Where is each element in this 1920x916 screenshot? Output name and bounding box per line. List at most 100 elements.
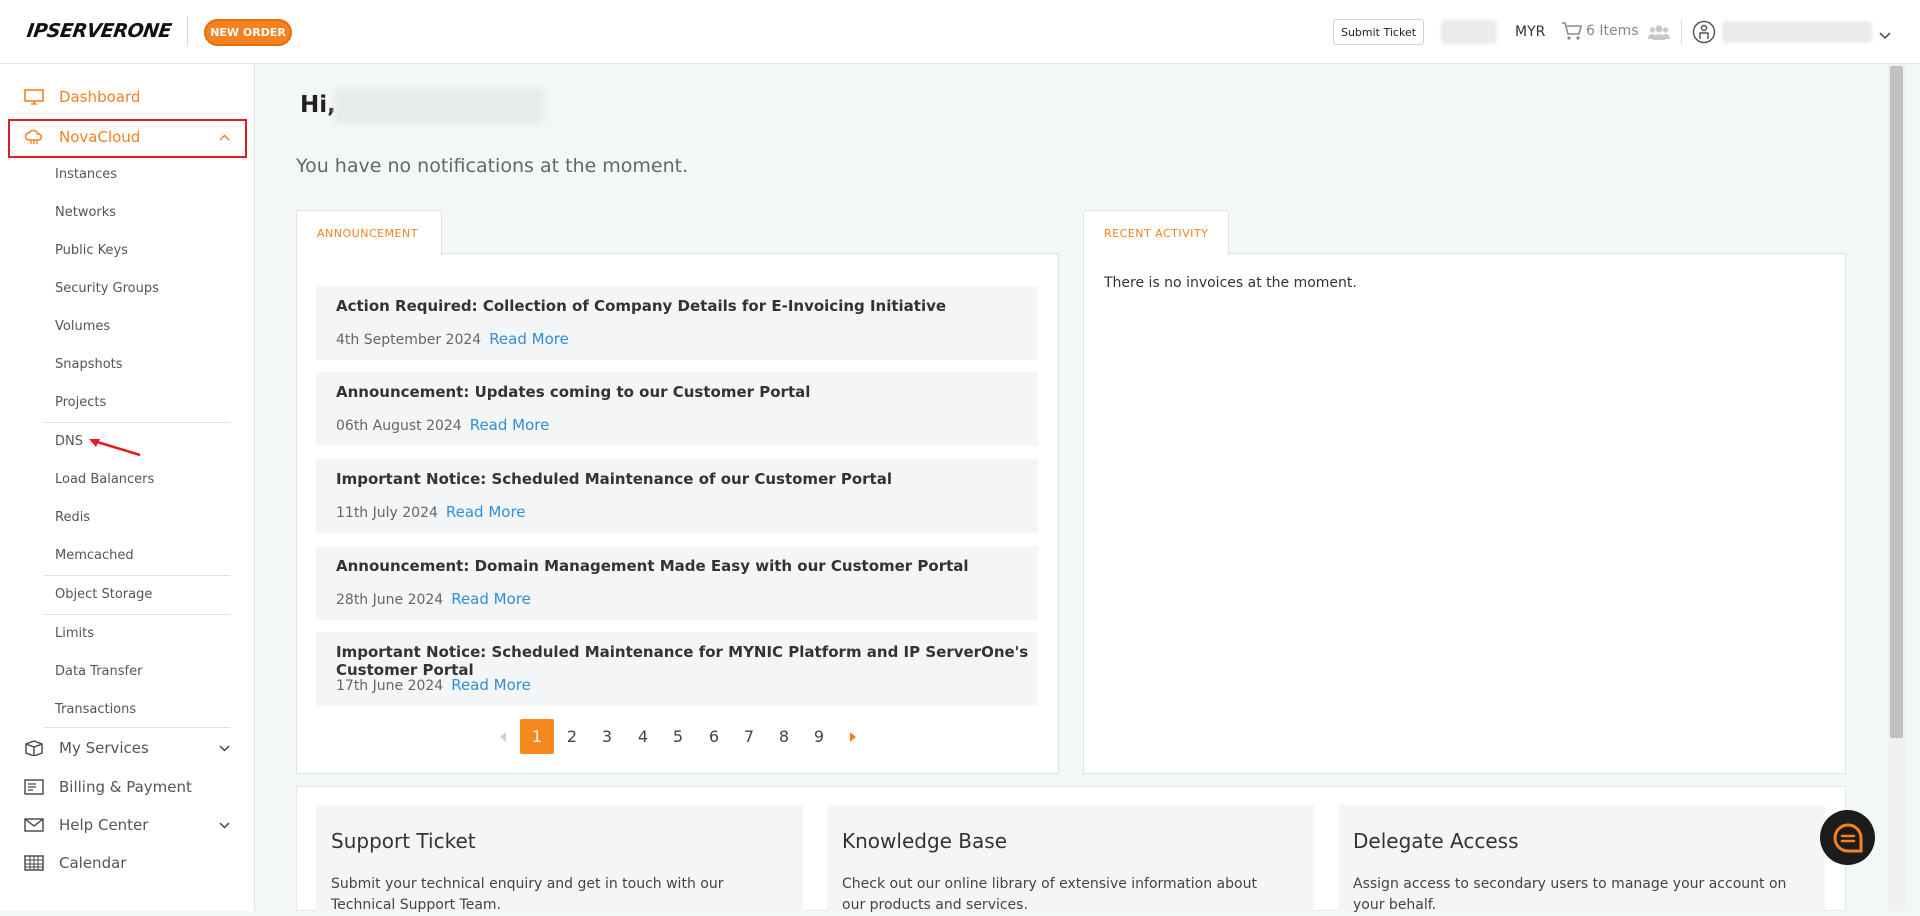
chevron-down-icon[interactable] — [219, 822, 230, 829]
sidebar-divider — [44, 575, 230, 576]
sidebar-subitem-data-transfer[interactable]: Data Transfer — [55, 664, 142, 679]
new-order-button[interactable]: NEW ORDER — [204, 19, 292, 46]
announcement-title[interactable]: Announcement: Domain Management Made Eas… — [336, 557, 969, 575]
header-divider — [1681, 19, 1682, 45]
read-more-link[interactable]: Read More — [489, 330, 569, 348]
chat-button[interactable] — [1820, 810, 1875, 865]
card-description: Assign access to secondary users to mana… — [1353, 876, 1787, 913]
tab-announcement[interactable]: ANNOUNCEMENT — [296, 210, 442, 255]
read-more-link[interactable]: Read More — [470, 416, 550, 434]
sidebar-item-label: Calendar — [59, 854, 127, 872]
announcement-date: 17th June 2024 Read More — [336, 676, 531, 694]
sidebar-item-label: Dashboard — [59, 88, 141, 106]
announcement-title[interactable]: Important Notice: Scheduled Maintenance … — [336, 643, 1038, 679]
sidebar-subitem-load-balancers[interactable]: Load Balancers — [55, 472, 154, 487]
sidebar-subitem-memcached[interactable]: Memcached — [55, 548, 134, 563]
account-credit-blurred — [1441, 20, 1497, 44]
box-icon — [25, 740, 43, 756]
sidebar-item-label: My Services — [59, 739, 149, 757]
sidebar-subitem-volumes[interactable]: Volumes — [55, 319, 110, 334]
sidebar-subitem-public-keys[interactable]: Public Keys — [55, 243, 128, 258]
logo-divider — [187, 16, 188, 46]
no-invoices-message: There is no invoices at the moment. — [1104, 275, 1357, 291]
sidebar-subitem-transactions[interactable]: Transactions — [55, 702, 136, 717]
cart-label: 6 Items — [1586, 23, 1639, 39]
announcement-title[interactable]: Important Notice: Scheduled Maintenance … — [336, 470, 892, 488]
card-description: Submit your technical enquiry and get in… — [331, 876, 724, 913]
announcement-item[interactable]: Action Required: Collection of Company D… — [316, 286, 1038, 360]
page-button[interactable]: 3 — [590, 719, 624, 754]
tab-recent-activity[interactable]: RECENT ACTIVITY — [1083, 210, 1229, 255]
sidebar-subitem-security-groups[interactable]: Security Groups — [55, 281, 159, 296]
sidebar-subitem-redis[interactable]: Redis — [55, 510, 90, 525]
knowledge-base-card[interactable]: Knowledge Base Check out our online libr… — [827, 805, 1314, 913]
page-button[interactable]: 8 — [767, 719, 801, 754]
page-button[interactable]: 9 — [802, 719, 836, 754]
chevron-up-icon[interactable] — [219, 134, 230, 141]
announcement-item[interactable]: Important Notice: Scheduled Maintenance … — [316, 632, 1038, 706]
announcement-date: 28th June 2024 Read More — [336, 590, 531, 608]
page-button[interactable]: 5 — [661, 719, 695, 754]
chevron-down-icon[interactable] — [219, 745, 230, 752]
announcement-date: 11th July 2024 Read More — [336, 503, 526, 521]
sidebar-item-calendar[interactable]: Calendar — [0, 846, 255, 880]
sidebar-item-label: Help Center — [59, 816, 149, 834]
username-blurred — [334, 88, 544, 124]
tab-label: RECENT ACTIVITY — [1104, 226, 1209, 240]
page-button[interactable]: 4 — [626, 719, 660, 754]
page-button[interactable]: 6 — [697, 719, 731, 754]
delegate-access-card[interactable]: Delegate Access Assign access to seconda… — [1338, 805, 1825, 913]
user-avatar-icon[interactable] — [1692, 20, 1716, 48]
monitor-icon — [24, 89, 44, 105]
sidebar-divider — [44, 727, 230, 728]
sidebar-subitem-limits[interactable]: Limits — [55, 626, 94, 641]
read-more-link[interactable]: Read More — [451, 590, 531, 608]
sidebar-item-label: Billing & Payment — [59, 778, 192, 796]
sidebar-subitem-object-storage[interactable]: Object Storage — [55, 587, 152, 602]
currency-selector[interactable]: MYR — [1515, 24, 1545, 40]
logo[interactable]: IPSERVERONE — [25, 20, 172, 42]
sidebar-subitem-instances[interactable]: Instances — [55, 167, 117, 182]
sidebar-item-my-services[interactable]: My Services — [0, 731, 255, 765]
notifications-message: You have no notifications at the moment. — [296, 155, 689, 177]
scrollbar-thumb[interactable] — [1890, 66, 1903, 738]
sidebar-subitem-dns[interactable]: DNS — [55, 434, 83, 449]
calendar-icon — [24, 855, 44, 871]
announcement-item[interactable]: Announcement: Updates coming to our Cust… — [316, 372, 1038, 446]
sidebar-item-label: NovaCloud — [59, 128, 141, 146]
sidebar-divider — [44, 422, 230, 423]
card-title: Delegate Access — [1353, 829, 1519, 853]
read-more-link[interactable]: Read More — [451, 676, 531, 694]
page-button[interactable]: 2 — [555, 719, 589, 754]
submit-ticket-button[interactable]: Submit Ticket — [1333, 19, 1424, 45]
sidebar-item-dashboard[interactable]: Dashboard — [0, 80, 255, 114]
username-blurred — [1722, 21, 1872, 43]
sidebar-item-billing[interactable]: Billing & Payment — [0, 770, 255, 804]
card-title: Support Ticket — [331, 829, 476, 853]
cloud-icon — [24, 129, 43, 144]
annotation-arrow — [89, 439, 141, 457]
announcement-item[interactable]: Announcement: Domain Management Made Eas… — [316, 546, 1038, 620]
tab-label: ANNOUNCEMENT — [317, 226, 418, 240]
sidebar-subitem-snapshots[interactable]: Snapshots — [55, 357, 123, 372]
read-more-link[interactable]: Read More — [446, 503, 526, 521]
page-button[interactable]: 1 — [520, 719, 554, 754]
sidebar-subitem-networks[interactable]: Networks — [55, 205, 116, 220]
announcement-date: 06th August 2024 Read More — [336, 416, 550, 434]
page-button[interactable]: 7 — [732, 719, 766, 754]
sidebar-item-novacloud[interactable]: NovaCloud — [0, 120, 255, 154]
billing-icon — [24, 779, 44, 795]
sidebar-subitem-projects[interactable]: Projects — [55, 395, 106, 410]
support-ticket-card[interactable]: Support Ticket Submit your technical enq… — [316, 805, 803, 913]
cart-button[interactable]: 6 Items — [1561, 21, 1639, 41]
pagination-prev-icon[interactable] — [499, 731, 507, 743]
recent-activity-panel — [1083, 253, 1846, 774]
announcement-date: 4th September 2024 Read More — [336, 330, 569, 348]
pagination-next-icon[interactable] — [849, 731, 857, 743]
chevron-down-icon[interactable] — [1879, 25, 1891, 44]
announcement-title[interactable]: Action Required: Collection of Company D… — [336, 297, 946, 315]
users-icon[interactable] — [1648, 24, 1670, 44]
announcement-item[interactable]: Important Notice: Scheduled Maintenance … — [316, 459, 1038, 533]
announcement-title[interactable]: Announcement: Updates coming to our Cust… — [336, 383, 810, 401]
sidebar-item-help-center[interactable]: Help Center — [0, 808, 255, 842]
